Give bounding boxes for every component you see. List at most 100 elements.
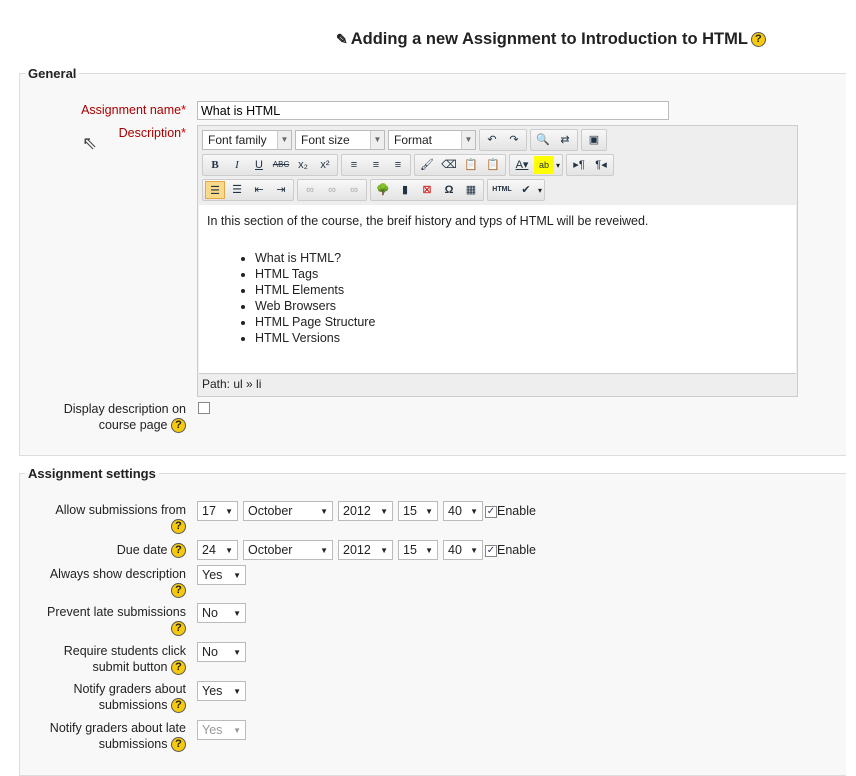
toolbar-row-3: ☰ ☰ ⇤ ⇥ ∞ ∞ ∞ 🌳 ▮ ⊠ Ω ▦ HTML ✔ ▾ <box>202 179 797 201</box>
numbered-list-icon[interactable]: ☰ <box>227 181 247 199</box>
help-icon[interactable]: ? <box>171 621 186 637</box>
nolink-icon[interactable]: ∞ <box>344 181 364 199</box>
notify-graders-label: Notify graders about submissions ? <box>73 682 186 714</box>
superscript-icon[interactable]: x² <box>315 156 335 174</box>
find-icon[interactable]: 🔍 <box>533 131 553 149</box>
assignment-name-label: Assignment name* <box>81 103 186 117</box>
align-center-icon[interactable]: ≡ <box>366 156 386 174</box>
notify-graders-select[interactable]: Yes ▼ <box>197 681 246 701</box>
topic-list: What is HTML? HTML Tags HTML Elements We… <box>239 250 788 346</box>
always-show-select[interactable]: Yes ▼ <box>197 565 246 585</box>
allow-submissions-date: 17 ▼ October ▼ 2012 ▼ 15 ▼ 40 ▼ ✓ Enable <box>197 501 536 521</box>
allow-day-select[interactable]: 17 ▼ <box>197 501 238 521</box>
help-icon[interactable]: ? <box>171 737 186 753</box>
due-date: 24 ▼ October ▼ 2012 ▼ 15 ▼ 40 ▼ ✓ Enable <box>197 540 536 560</box>
mouse-cursor-icon: ⇖ <box>82 133 98 153</box>
bold-icon[interactable]: B <box>205 156 225 174</box>
page-title: ✎ Adding a new Assignment to Introductio… <box>336 30 766 49</box>
allow-minute-select[interactable]: 40 ▼ <box>443 501 483 521</box>
notify-late-select: Yes ▼ <box>197 720 246 740</box>
fullscreen-icon[interactable]: ▣ <box>584 131 604 149</box>
allow-submissions-label: Allow submissions from? <box>55 503 186 535</box>
due-enable-label: Enable <box>497 543 536 557</box>
due-minute-select[interactable]: 40 ▼ <box>443 540 483 560</box>
italic-icon[interactable]: I <box>227 156 247 174</box>
allow-enable-label: Enable <box>497 504 536 518</box>
prevent-late-label: Prevent late submissions? <box>47 605 186 637</box>
replace-icon[interactable]: ⇄ <box>555 131 575 149</box>
text-color-icon[interactable]: A▾ <box>512 156 532 174</box>
ltr-icon[interactable]: ▸¶ <box>569 156 589 174</box>
list-item: HTML Elements <box>255 282 788 298</box>
bullet-list-icon[interactable]: ☰ <box>205 181 225 199</box>
always-show-label: Always show description? <box>49 567 186 599</box>
highlight-icon[interactable]: ab <box>534 156 554 174</box>
notify-late-label: Notify graders about late submissions ? <box>49 721 186 753</box>
eraser-icon[interactable]: ⌫ <box>439 156 459 174</box>
allow-enable-checkbox[interactable]: ✓ <box>485 505 497 518</box>
due-month-select[interactable]: October ▼ <box>243 540 333 560</box>
toolbar-row-1: Font family ▼ Font size ▼ Format ▼ ↶ ↷ 🔍 ⇄ ▣ <box>202 129 797 151</box>
paste-text-icon[interactable]: 📋 <box>461 156 481 174</box>
display-description-checkbox[interactable] <box>198 402 210 414</box>
allow-year-select[interactable]: 2012 ▼ <box>338 501 393 521</box>
help-icon[interactable]: ? <box>171 698 186 714</box>
help-icon[interactable]: ? <box>750 32 766 47</box>
list-item: Web Browsers <box>255 298 788 314</box>
description-text: In this section of the course, the breif… <box>207 214 649 228</box>
html-source-icon[interactable]: HTML <box>490 181 514 199</box>
require-submit-select[interactable]: No ▼ <box>197 642 246 662</box>
assignment-settings-legend: Assignment settings <box>28 466 156 481</box>
table-icon[interactable]: ▦ <box>461 181 481 199</box>
list-item: HTML Page Structure <box>255 314 788 330</box>
spellcheck-icon[interactable]: ✔ <box>516 181 536 199</box>
due-date-label: Due date ? <box>117 542 186 559</box>
image-icon[interactable]: 🌳 <box>373 181 393 199</box>
align-left-icon[interactable]: ≡ <box>344 156 364 174</box>
allow-month-select[interactable]: October ▼ <box>243 501 333 521</box>
prevent-late-select[interactable]: No ▼ <box>197 603 246 623</box>
due-enable-checkbox[interactable]: ✓ <box>485 544 497 557</box>
editor-path: Path: ul » li <box>199 373 796 395</box>
require-submit-label: Require students click submit button ? <box>63 644 186 676</box>
special-char-icon[interactable]: Ω <box>439 181 459 199</box>
general-legend: General <box>28 66 77 81</box>
outdent-icon[interactable]: ⇤ <box>249 181 269 199</box>
rtl-icon[interactable]: ¶◂ <box>591 156 611 174</box>
due-hour-select[interactable]: 15 ▼ <box>398 540 438 560</box>
assignment-icon: ✎ <box>336 31 348 47</box>
list-item: HTML Tags <box>255 266 788 282</box>
indent-icon[interactable]: ⇥ <box>271 181 291 199</box>
cleanup-icon[interactable]: 🖌 <box>417 156 437 174</box>
paste-word-icon[interactable]: 📋 <box>483 156 503 174</box>
font-family-select[interactable]: Font family ▼ <box>202 130 292 150</box>
media-icon[interactable]: ▮ <box>395 181 415 199</box>
anchor-icon[interactable]: ⊠ <box>417 181 437 199</box>
due-day-select[interactable]: 24 ▼ <box>197 540 238 560</box>
link-icon[interactable]: ∞ <box>300 181 320 199</box>
format-select[interactable]: Format ▼ <box>388 130 476 150</box>
help-icon[interactable]: ? <box>171 583 186 599</box>
subscript-icon[interactable]: x₂ <box>293 156 313 174</box>
font-size-select[interactable]: Font size ▼ <box>295 130 385 150</box>
help-icon[interactable]: ? <box>171 418 186 434</box>
toolbar-row-2: B I U ABC x₂ x² ≡ ≡ ≡ 🖌 ⌫ 📋 📋 A▾ ab ▾ ▸¶ ¶◂ <box>202 154 797 176</box>
allow-hour-select[interactable]: 15 ▼ <box>398 501 438 521</box>
help-icon[interactable]: ? <box>171 519 186 535</box>
description-editor[interactable]: Font family ▼ Font size ▼ Format ▼ ↶ ↷ 🔍 ⇄ ▣ … <box>197 125 798 397</box>
underline-icon[interactable]: U <box>249 156 269 174</box>
list-item: HTML Versions <box>255 330 788 346</box>
help-icon[interactable]: ? <box>171 543 186 559</box>
align-right-icon[interactable]: ≡ <box>388 156 408 174</box>
assignment-name-input[interactable] <box>197 101 669 120</box>
list-item: What is HTML? <box>255 250 788 266</box>
due-year-select[interactable]: 2012 ▼ <box>338 540 393 560</box>
unlink-icon[interactable]: ∞ <box>322 181 342 199</box>
editor-content[interactable]: In this section of the course, the breif… <box>199 205 796 374</box>
strikethrough-icon[interactable]: ABC <box>271 156 291 174</box>
undo-icon[interactable]: ↶ <box>482 131 502 149</box>
description-label: Description* <box>118 126 186 140</box>
redo-icon[interactable]: ↷ <box>504 131 524 149</box>
help-icon[interactable]: ? <box>171 660 186 676</box>
display-description-label: Display description on course page ? <box>63 402 186 434</box>
